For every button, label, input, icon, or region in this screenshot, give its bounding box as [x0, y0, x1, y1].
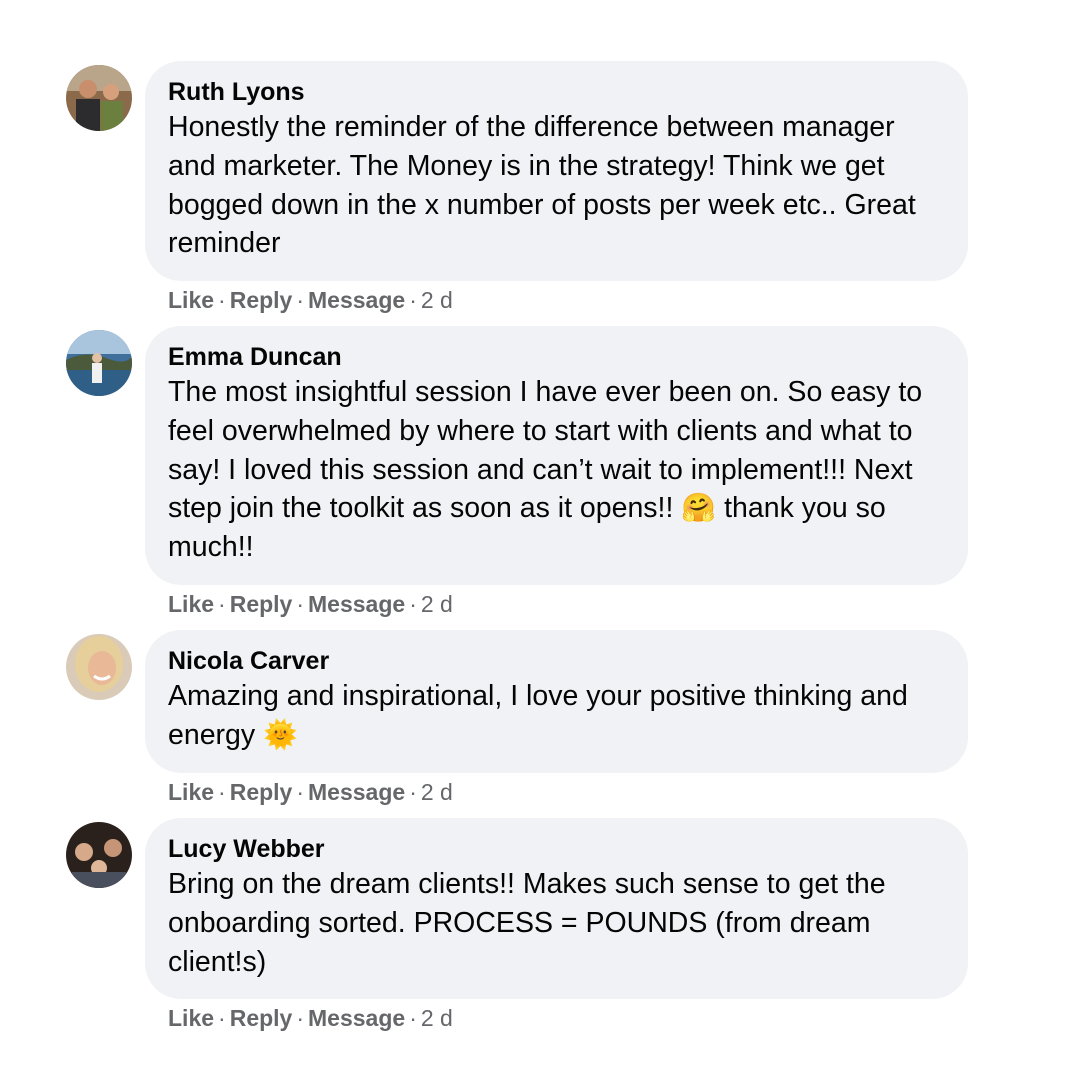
avatar[interactable] — [66, 330, 132, 396]
avatar[interactable] — [66, 634, 132, 700]
comment-timestamp[interactable]: 2 d — [421, 1005, 453, 1031]
comment-text: Bring on the dream clients!! Makes such … — [168, 868, 886, 978]
avatar-photo-icon — [66, 822, 132, 888]
comment-bubble: Ruth Lyons Honestly the reminder of the … — [145, 61, 968, 281]
comment-author[interactable]: Ruth Lyons — [168, 77, 944, 107]
avatar-photo-icon — [66, 634, 132, 700]
avatar[interactable] — [66, 65, 132, 131]
like-link[interactable]: Like — [168, 287, 214, 313]
avatar-photo-icon — [66, 330, 132, 396]
avatar[interactable] — [66, 822, 132, 888]
comment-text: The most insightful session I have ever … — [168, 376, 923, 564]
message-link[interactable]: Message — [308, 1005, 405, 1031]
comment-actions: Like · Reply · Message · 2 d — [168, 287, 453, 313]
comment-timestamp[interactable]: 2 d — [421, 779, 453, 805]
comment-author[interactable]: Lucy Webber — [168, 834, 944, 864]
avatar-photo-icon — [66, 65, 132, 131]
comment-bubble: Lucy Webber Bring on the dream clients!!… — [145, 818, 968, 999]
comment-text: Amazing and inspirational, I love your p… — [168, 680, 908, 751]
reply-link[interactable]: Reply — [230, 779, 293, 805]
like-link[interactable]: Like — [168, 591, 214, 617]
comment-author[interactable]: Nicola Carver — [168, 646, 944, 676]
message-link[interactable]: Message — [308, 591, 405, 617]
like-link[interactable]: Like — [168, 779, 214, 805]
message-link[interactable]: Message — [308, 779, 405, 805]
comment-bubble: Nicola Carver Amazing and inspirational,… — [145, 630, 968, 773]
comment-bubble: Emma Duncan The most insightful session … — [145, 326, 968, 585]
comment-actions: Like · Reply · Message · 2 d — [168, 779, 453, 805]
comment-timestamp[interactable]: 2 d — [421, 591, 453, 617]
message-link[interactable]: Message — [308, 287, 405, 313]
reply-link[interactable]: Reply — [230, 591, 293, 617]
reply-link[interactable]: Reply — [230, 287, 293, 313]
reply-link[interactable]: Reply — [230, 1005, 293, 1031]
hugging-face-icon: 🤗 — [681, 491, 717, 525]
sun-with-face-icon: 🌞 — [263, 717, 298, 751]
comment-actions: Like · Reply · Message · 2 d — [168, 1005, 453, 1031]
like-link[interactable]: Like — [168, 1005, 214, 1031]
comment-author[interactable]: Emma Duncan — [168, 342, 944, 372]
comment-actions: Like · Reply · Message · 2 d — [168, 591, 453, 617]
comment-timestamp[interactable]: 2 d — [421, 287, 453, 313]
comment-text: Honestly the reminder of the difference … — [168, 111, 916, 260]
